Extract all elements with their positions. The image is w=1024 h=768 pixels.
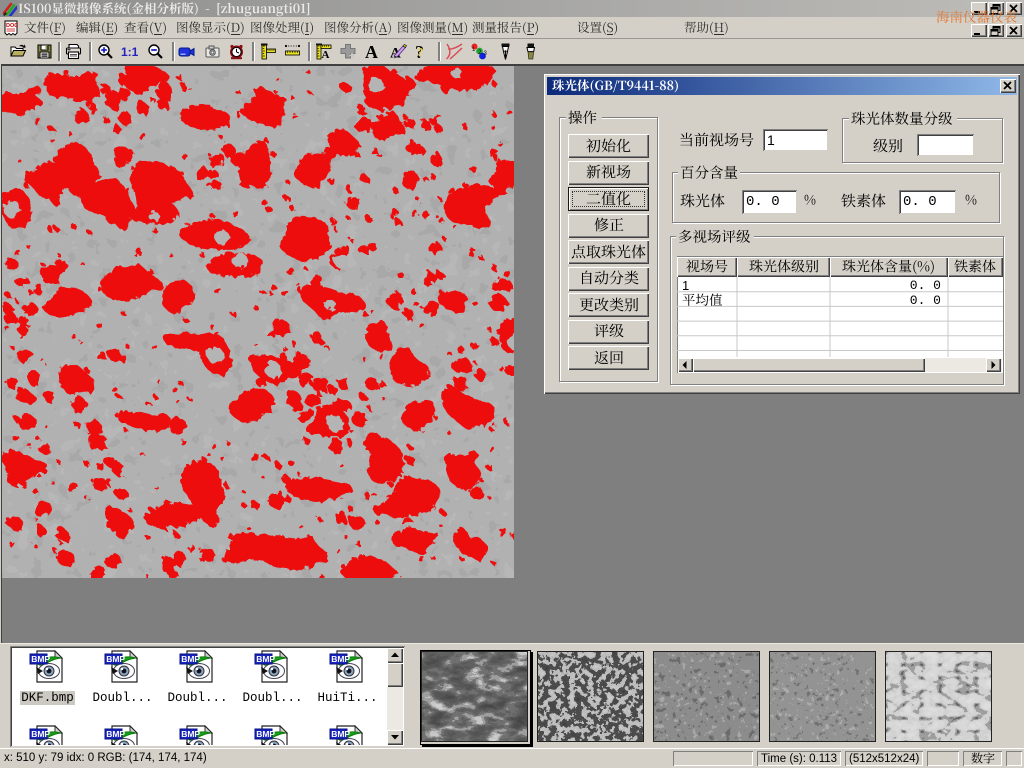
svg-text:A: A	[365, 43, 378, 60]
svg-text:A: A	[322, 49, 330, 60]
svg-text:BMP: BMP	[106, 729, 125, 739]
svg-text:3: 3	[484, 51, 488, 57]
svg-text:BMP: BMP	[331, 729, 350, 739]
svg-text:1:1: 1:1	[121, 45, 138, 59]
svg-text:?: ?	[417, 45, 424, 60]
svg-text:DOC: DOC	[6, 23, 18, 29]
svg-text:BMP: BMP	[256, 729, 275, 739]
svg-text:BMP: BMP	[181, 729, 200, 739]
svg-text:BMP: BMP	[31, 729, 50, 739]
